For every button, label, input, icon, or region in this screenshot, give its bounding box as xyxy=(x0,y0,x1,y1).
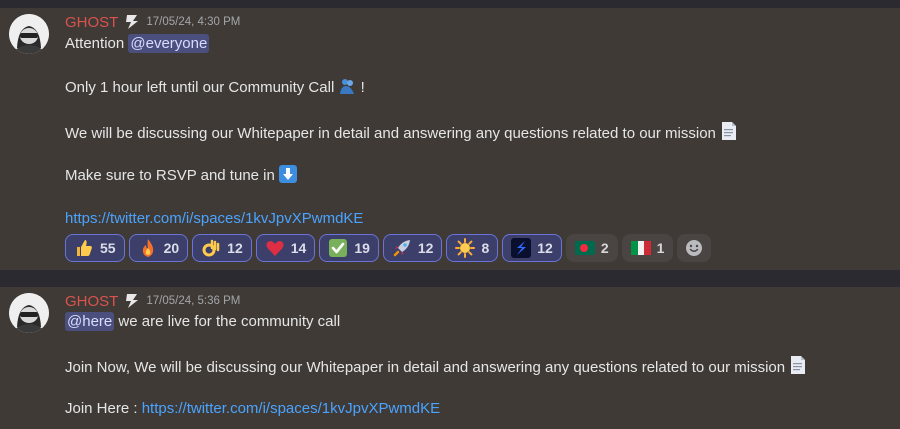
reaction-rocket[interactable]: 12 xyxy=(382,234,443,262)
flag-italy-icon xyxy=(630,238,651,258)
here-mention[interactable]: @here xyxy=(65,312,115,331)
reaction-count: 19 xyxy=(354,240,370,256)
custom-logo-icon xyxy=(511,238,532,258)
reaction-count: 1 xyxy=(656,240,665,256)
message-line: Attention @everyone xyxy=(65,34,210,54)
twitter-spaces-link[interactable]: https://twitter.com/i/spaces/1kvJpvXPwmd… xyxy=(65,210,363,227)
avatar[interactable] xyxy=(9,14,49,54)
reaction-heart[interactable]: 14 xyxy=(255,234,316,262)
line-text: Join Now, We will be discussing our Whit… xyxy=(65,359,790,376)
reaction-count: 55 xyxy=(100,240,116,256)
line-text: ! xyxy=(356,79,365,96)
reaction-count: 14 xyxy=(290,240,307,256)
message-line: @here we are live for the community call xyxy=(65,312,340,332)
bolt-badge-icon xyxy=(123,13,141,31)
avatar[interactable] xyxy=(9,293,49,333)
reaction-thumbs-up[interactable]: 55 xyxy=(65,234,125,262)
twitter-spaces-link[interactable]: https://twitter.com/i/spaces/1kvJpvXPwmd… xyxy=(142,400,440,417)
add-reaction-button[interactable] xyxy=(677,234,712,262)
document-icon xyxy=(720,121,738,140)
message-header: GHOST 17/05/24, 4:30 PM xyxy=(65,13,240,31)
message: GHOST 17/05/24, 4:30 PM Attention @every… xyxy=(0,8,900,270)
check-mark-icon xyxy=(328,238,348,258)
message-header: GHOST 17/05/24, 5:36 PM xyxy=(65,292,240,310)
reactions-bar: 55 20 12 14 19 12 8 12 2 1 xyxy=(65,234,712,262)
top-separator xyxy=(0,0,900,8)
document-icon xyxy=(789,355,807,374)
heart-icon xyxy=(265,238,285,258)
message-line: Join Here : https://twitter.com/i/spaces… xyxy=(65,399,440,419)
reaction-count: 8 xyxy=(481,240,490,256)
line-text: Attention xyxy=(65,35,129,52)
rocket-icon xyxy=(392,238,412,258)
flag-bangladesh-icon xyxy=(574,238,595,258)
people-hugging-icon xyxy=(338,77,356,95)
fire-icon xyxy=(138,238,158,258)
reaction-fire[interactable]: 20 xyxy=(128,234,189,262)
sun-icon xyxy=(455,238,476,258)
reaction-count: 12 xyxy=(417,240,434,256)
reaction-count: 12 xyxy=(537,240,553,256)
message-line: Join Now, We will be discussing our Whit… xyxy=(65,355,807,378)
everyone-mention[interactable]: @everyone xyxy=(128,34,210,53)
ok-hand-icon xyxy=(201,238,221,258)
reaction-ok-hand[interactable]: 12 xyxy=(192,234,252,262)
bolt-badge-icon xyxy=(123,292,141,310)
down-arrow-icon xyxy=(279,165,298,183)
author-name[interactable]: GHOST xyxy=(65,14,118,31)
line-text: we are live for the community call xyxy=(114,313,341,330)
message-line: Make sure to RSVP and tune in xyxy=(65,165,298,186)
author-name[interactable]: GHOST xyxy=(65,293,118,310)
timestamp: 17/05/24, 5:36 PM xyxy=(146,295,241,307)
reaction-check-mark[interactable]: 19 xyxy=(319,234,379,262)
reaction-count: 2 xyxy=(600,240,609,256)
line-text: Only 1 hour left until our Community Cal… xyxy=(65,79,339,96)
message-line: We will be discussing our Whitepaper in … xyxy=(65,121,738,144)
line-text: Join Here : xyxy=(65,400,142,417)
reaction-flag-bangladesh[interactable]: 2 xyxy=(565,234,618,262)
reaction-flag-italy[interactable]: 1 xyxy=(621,234,674,262)
line-text: We will be discussing our Whitepaper in … xyxy=(65,125,721,142)
message-line: https://twitter.com/i/spaces/1kvJpvXPwmd… xyxy=(65,209,363,229)
line-text: Make sure to RSVP and tune in xyxy=(65,167,280,184)
reaction-count: 12 xyxy=(227,240,243,256)
message-line: Only 1 hour left until our Community Cal… xyxy=(65,77,365,98)
reaction-sun[interactable]: 8 xyxy=(446,234,499,262)
thumbs-up-icon xyxy=(74,238,94,258)
reaction-count: 20 xyxy=(163,240,180,256)
timestamp: 17/05/24, 4:30 PM xyxy=(146,16,241,28)
reaction-custom-logo[interactable]: 12 xyxy=(502,234,562,262)
smiley-icon xyxy=(684,238,704,258)
message: GHOST 17/05/24, 5:36 PM @here we are liv… xyxy=(0,287,900,429)
